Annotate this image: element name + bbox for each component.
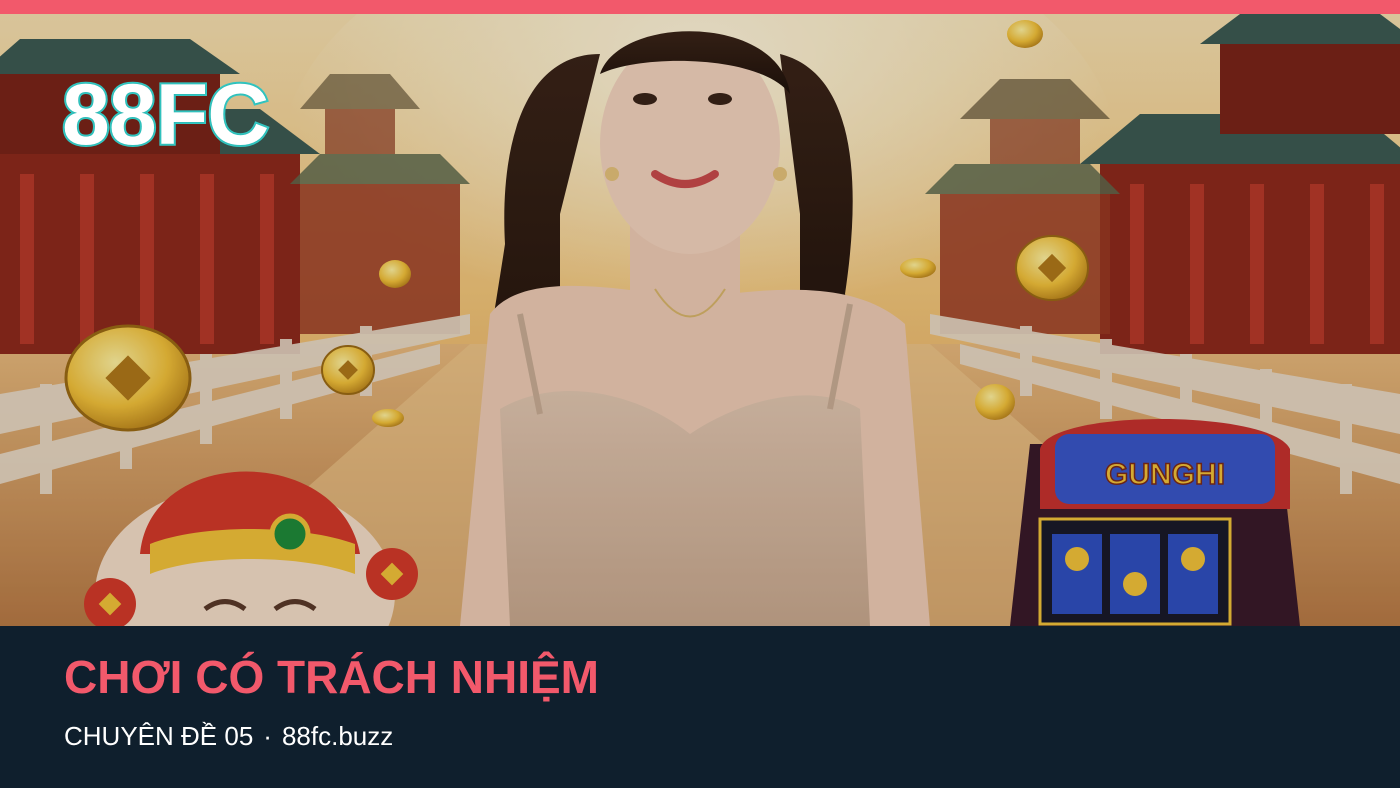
topic-label: CHUYÊN ĐỀ 05 — [64, 721, 254, 751]
accent-top-bar — [0, 0, 1400, 14]
page-title: CHƠI CÓ TRÁCH NHIỆM — [64, 651, 599, 703]
site-link[interactable]: 88fc.buzz — [282, 720, 393, 752]
separator-dot: · — [263, 721, 272, 751]
brand-logo: 88FC — [60, 67, 271, 163]
hero-banner: GUNGHI 88FC — [0, 14, 1400, 626]
footer-subtitle: CHUYÊN ĐỀ 05 · 88fc.buzz — [64, 720, 393, 752]
